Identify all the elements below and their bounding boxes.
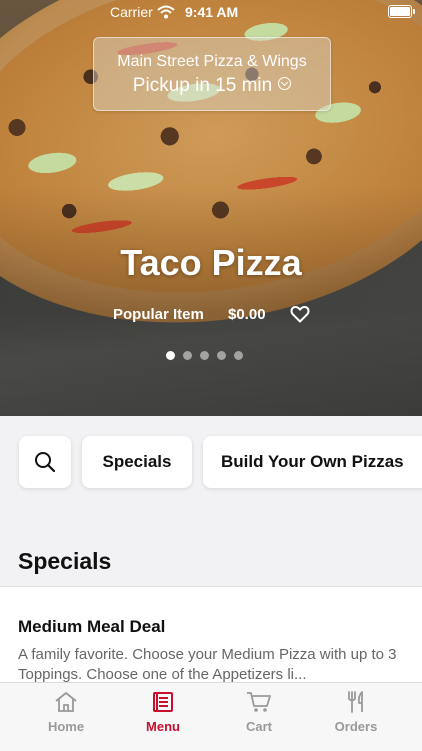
tab-home[interactable]: Home (26, 691, 106, 734)
status-bar: Carrier 9:41 AM (0, 0, 422, 24)
tab-label: Menu (146, 719, 180, 734)
section-title: Specials (18, 548, 112, 574)
tab-label: Cart (245, 719, 272, 734)
home-icon (55, 692, 77, 712)
clock: 9:41 AM (185, 4, 239, 20)
store-selector[interactable]: Main Street Pizza & Wings Pickup in 15 m… (93, 37, 331, 111)
tab-label: Orders (334, 719, 378, 734)
category-chips: Specials Build Your Own Pizzas (0, 416, 422, 506)
battery-icon (388, 5, 415, 18)
search-icon (35, 452, 56, 473)
carousel-dot[interactable] (200, 351, 209, 360)
menu-icon (153, 692, 173, 712)
carousel-dot[interactable] (217, 351, 226, 360)
search-button[interactable] (19, 436, 71, 488)
menu-item[interactable]: Medium Meal Deal A family favorite. Choo… (0, 587, 422, 687)
tab-orders[interactable]: Orders (316, 691, 396, 734)
hero-banner[interactable]: Carrier 9:41 AM Main Street Pizza & Wing… (0, 0, 422, 416)
menu-item-description: A family favorite. Choose your Medium Pi… (18, 646, 397, 683)
tab-label: Home (47, 719, 85, 734)
tab-cart[interactable]: Cart (219, 691, 299, 734)
utensils-icon (348, 691, 363, 713)
carousel-dot[interactable] (234, 351, 243, 360)
store-name: Main Street Pizza & Wings (117, 53, 307, 70)
hero-price: $0.00 (228, 306, 266, 323)
carousel-indicator[interactable] (166, 351, 243, 361)
popular-badge: Popular Item (113, 306, 204, 323)
pickup-label: Pickup in 15 min (132, 75, 273, 96)
chip-specials[interactable]: Specials (82, 436, 192, 488)
chevron-down-icon (278, 77, 292, 90)
carousel-dot[interactable] (166, 351, 175, 360)
cart-icon (247, 692, 271, 712)
hero-title: Taco Pizza (120, 242, 302, 283)
heart-icon[interactable] (290, 305, 310, 323)
tab-bar: Home Menu Cart Orders (0, 682, 422, 751)
chip-build-your-own[interactable]: Build Your Own Pizzas (203, 436, 422, 488)
carousel-dot[interactable] (183, 351, 192, 360)
pickup-time: Pickup in 15 min (94, 75, 330, 97)
tab-menu[interactable]: Menu (123, 691, 203, 734)
wifi-icon (157, 5, 175, 19)
menu-item-name: Medium Meal Deal (18, 617, 166, 636)
carrier-label: Carrier (110, 4, 153, 20)
